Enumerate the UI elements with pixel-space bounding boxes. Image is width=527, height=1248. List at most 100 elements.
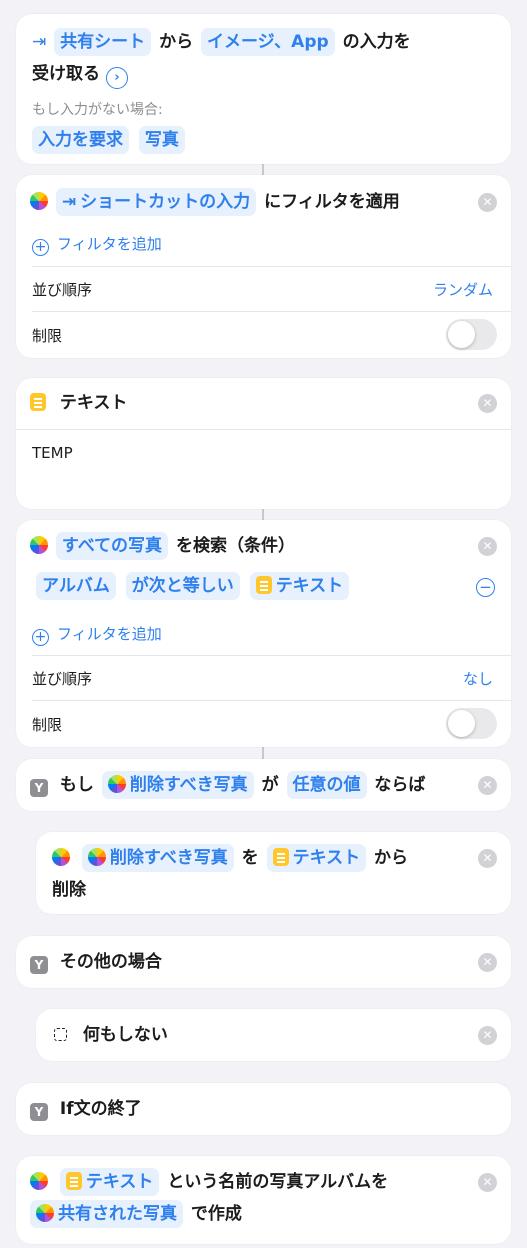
text-icon [30,393,46,411]
filter-action[interactable]: ⇥ ショートカットの入力 にフィルタを適用 ✕ + フィルタを追加 並び順序 ランダ… [16,175,511,358]
receive-text: 受け取る [32,64,100,84]
create-album-line-1: テキスト という名前の写真アルバムを [30,1167,491,1197]
photos-to-delete-label: 削除すべき写真 [129,775,248,795]
nothing-icon [54,1028,67,1041]
toggle-knob [448,710,475,737]
receive-input-action[interactable]: ⇥ 共有シート から イメージ、App の入力を 受け取る › もし入力がない場… [16,14,511,164]
types-token[interactable]: イメージ、App [201,28,335,56]
add-filter-button[interactable]: + フィルタを追加 [32,623,162,646]
text-variable-token[interactable]: テキスト [59,1168,160,1196]
otherwise-title: その他の場合 [59,952,162,972]
limit-label: 制限 [32,716,63,734]
divider [32,266,511,267]
add-filter-button[interactable]: + フィルタを追加 [32,233,162,256]
remove-line-1: 削除すべき写真 を テキスト から [52,843,491,873]
close-icon[interactable]: ✕ [478,1173,497,1192]
filter-condition-line: アルバム が次と等しい テキスト [34,571,491,601]
if-icon: Y [30,1103,48,1121]
divider [32,700,511,701]
create-album-line-2: 共有された写真 で作成 [30,1199,491,1229]
close-icon[interactable]: ✕ [478,849,497,868]
nothing-action[interactable]: 何もしない ✕ [36,1009,511,1061]
if-icon: Y [30,956,48,974]
text-variable-label: テキスト [85,1172,154,1192]
plus-icon: + [32,629,49,646]
text-title: テキスト [59,393,128,413]
divider [32,311,511,312]
filter-line: ⇥ ショートカットの入力 にフィルタを適用 [30,187,491,217]
source-token[interactable]: 共有シート [54,28,152,56]
text-action[interactable]: テキスト ✕ TEMP [16,378,511,509]
enter-icon: ⇥ [32,32,47,52]
create-text: で作成 [190,1204,242,1224]
sort-value[interactable]: ランダム [433,279,493,300]
divider [32,655,511,656]
album-token[interactable]: アルバム [36,572,116,600]
apply-filter-text: にフィルタを適用 [264,192,400,212]
otherwise-action[interactable]: Y その他の場合 ✕ [16,936,511,988]
close-icon[interactable]: ✕ [478,1026,497,1045]
photos-to-delete-token[interactable]: 削除すべき写真 [101,771,254,799]
word-from: から [374,848,408,868]
if-no-input-label: もし入力がない場合: [32,102,163,118]
word-wo: を [241,848,259,868]
divider [16,429,511,430]
text-icon [272,848,289,866]
text-variable-token[interactable]: テキスト [266,844,367,872]
photos-icon [52,848,70,866]
shortcut-input-token[interactable]: ⇥ ショートカットの入力 [55,188,257,216]
plus-icon: + [32,239,49,256]
text-icon [255,576,272,594]
shared-photos-token[interactable]: 共有された写真 [30,1200,183,1228]
word-input: の入力を [342,32,411,52]
text-variable-token[interactable]: テキスト [249,572,350,600]
all-photos-token[interactable]: すべての写真 [55,532,169,560]
expand-chevron-icon[interactable]: › [105,67,128,89]
photos-icon [36,1204,54,1222]
remove-photos-action[interactable]: 削除すべき写真 を テキスト から 削除 ✕ [36,832,511,914]
photos-icon [30,192,48,210]
photos-icon [30,536,48,554]
add-filter-label: フィルタを追加 [57,625,162,643]
find-photos-line: すべての写真 を検索（条件） [30,531,491,561]
any-value-token[interactable]: 任意の値 [286,771,367,799]
close-icon[interactable]: ✕ [478,953,497,972]
close-icon[interactable]: ✕ [478,776,497,795]
text-variable-label: テキスト [275,576,344,596]
word-if: もし [59,775,94,795]
end-if-title: If文の終了 [59,1099,142,1119]
limit-toggle[interactable] [446,319,497,350]
photos-icon [30,1172,48,1190]
condition-token[interactable]: が次と等しい [125,572,240,600]
text-icon [65,1172,82,1190]
if-action[interactable]: Y もし 削除すべき写真 が 任意の値 ならば ✕ [16,759,511,811]
end-if-action[interactable]: Y If文の終了 [16,1083,511,1135]
word-then: ならば [374,775,426,795]
enter-icon: ⇥ [61,192,77,212]
close-icon[interactable]: ✕ [478,394,497,413]
search-text: を検索（条件） [175,536,295,556]
if-line: Y もし 削除すべき写真 が 任意の値 ならば [30,770,491,800]
remove-line-2: 削除 [52,875,491,905]
close-icon[interactable]: ✕ [478,193,497,212]
remove-filter-icon[interactable]: − [476,578,495,597]
limit-toggle[interactable] [446,708,497,739]
close-icon[interactable]: ✕ [478,537,497,556]
delete-text: 削除 [52,880,86,900]
receive-line-2: 受け取る › [32,59,491,89]
sort-label: 並び順序 [32,670,93,688]
nothing-title: 何もしない [82,1025,168,1045]
photos-to-delete-token[interactable]: 削除すべき写真 [81,844,234,872]
photo-token[interactable]: 写真 [138,126,185,154]
photos-icon [87,848,106,866]
sort-label: 並び順序 [32,281,93,299]
connector [262,163,264,175]
create-album-action[interactable]: テキスト という名前の写真アルバムを 共有された写真 で作成 ✕ [16,1156,511,1244]
text-content[interactable]: TEMP [32,444,73,462]
photos-icon [107,775,126,793]
ask-for-input-token[interactable]: 入力を要求 [32,126,129,154]
word-from: から [159,32,194,52]
sort-value[interactable]: なし [463,668,493,689]
find-photos-action[interactable]: すべての写真 を検索（条件） ✕ アルバム が次と等しい テキスト − + フィル… [16,520,511,747]
nothing-line: 何もしない [54,1020,491,1050]
